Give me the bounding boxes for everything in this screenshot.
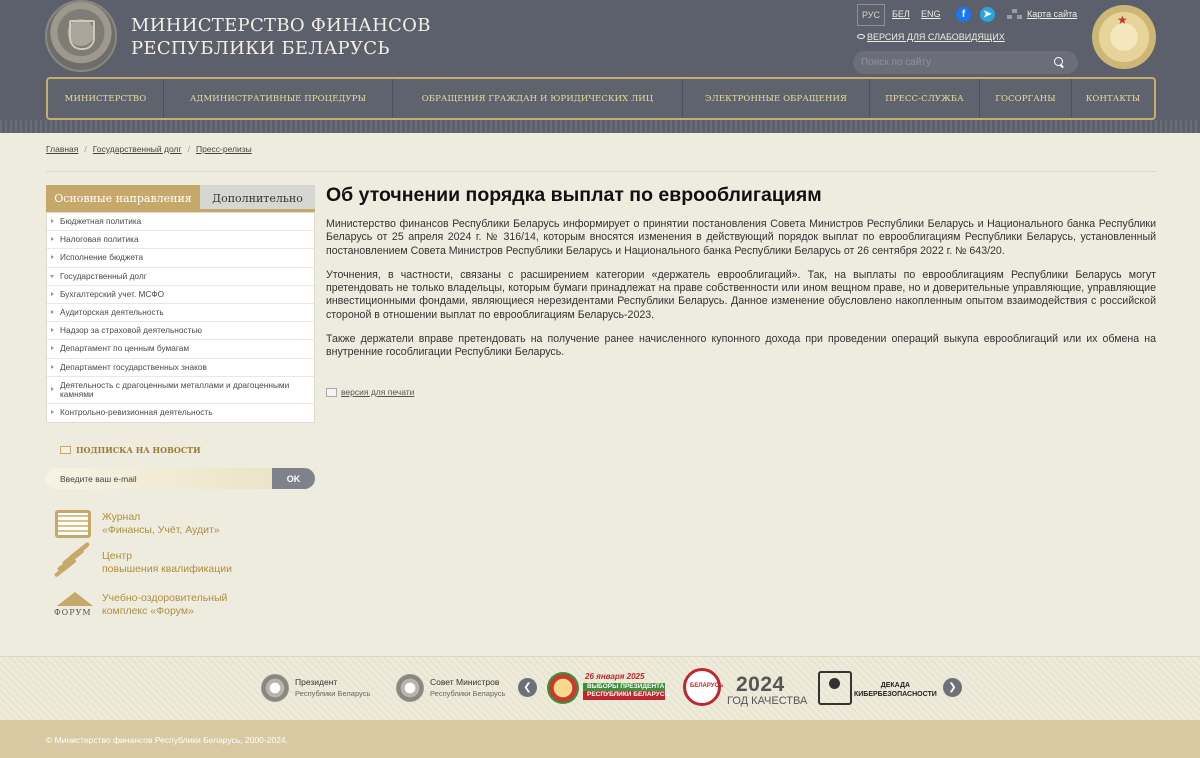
article-paragraph: Уточнения, в частности, связаны с расшир… (326, 268, 1156, 321)
nav-ministry[interactable]: МИНИСТЕРСТВО (48, 79, 164, 118)
sidebar-tabs: Основные направления Дополнительно (46, 185, 315, 211)
sidebar-item-securities[interactable]: Департамент по ценным бумагам (47, 340, 314, 359)
sidebar-item-state-signs[interactable]: Департамент государственных знаков (47, 359, 314, 377)
telegram-icon[interactable]: ➤ (980, 7, 995, 22)
article-paragraph: Также держатели вправе претендовать на п… (326, 333, 1156, 359)
main-nav: МИНИСТЕРСТВО АДМИНИСТРАТИВНЫЕ ПРОЦЕДУРЫ … (46, 77, 1156, 120)
sidebar-item-state-debt[interactable]: Государственный долг (47, 268, 314, 286)
sitemap-link[interactable]: Карта сайта (1027, 9, 1077, 19)
sidebar-item-tax-policy[interactable]: Налоговая политика (47, 231, 314, 250)
banner-election[interactable]: 26 января 2025 ВЫБОРЫ ПРЕЗИДЕНТА РЕСПУБЛ… (545, 670, 669, 706)
copyright: © Министерство финансов Республики Белар… (46, 735, 289, 745)
sidebar-item-accounting[interactable]: Бухгалтерский учет. МСФО (47, 286, 314, 304)
email-field[interactable] (46, 468, 272, 489)
lang-en[interactable]: ENG (921, 9, 941, 19)
newsletter-title: ПОДПИСКА НА НОВОСТИ (60, 445, 201, 455)
promo-journal-text[interactable]: Журнал «Финансы, Учёт, Аудит» (102, 511, 220, 537)
breadcrumb: Главная / Государственный долг / Пресс-р… (46, 144, 252, 154)
president-emblem-icon (261, 674, 289, 702)
wing-icon (53, 541, 93, 578)
nav-contacts[interactable]: КОНТАКТЫ (1072, 79, 1154, 118)
tab-additional[interactable]: Дополнительно (200, 185, 315, 211)
lang-be[interactable]: БЕЛ (892, 9, 910, 19)
cybersecurity-icon[interactable] (818, 671, 852, 705)
nav-admin-procedures[interactable]: АДМИНИСТРАТИВНЫЕ ПРОЦЕДУРЫ (164, 79, 393, 118)
sidebar-item-budget-execution[interactable]: Исполнение бюджета (47, 249, 314, 268)
search-box (853, 51, 1078, 74)
breadcrumb-state-debt[interactable]: Государственный долг (93, 144, 182, 154)
council-emblem-icon (396, 674, 424, 702)
article-paragraph: Министерство финансов Республики Беларус… (326, 218, 1156, 257)
subscribe-button[interactable]: OK (272, 468, 315, 489)
newsletter-form: OK (46, 468, 315, 489)
nav-electronic-appeals[interactable]: ЭЛЕКТРОННЫЕ ОБРАЩЕНИЯ (683, 79, 870, 118)
mail-icon (60, 446, 71, 454)
breadcrumb-home[interactable]: Главная (46, 144, 78, 154)
book-icon (55, 510, 91, 538)
promo-training-center-text[interactable]: Центр повышения квалификации (102, 550, 232, 576)
breadcrumb-separator: / (187, 144, 190, 154)
sidebar-item-control-revision[interactable]: Контрольно-ревизионная деятельность (47, 404, 314, 422)
promo-forum[interactable]: ФОРУМ Учебно-оздоровительный комплекс «Фо… (53, 588, 227, 622)
tab-main-directions[interactable]: Основные направления (46, 185, 200, 211)
quality-year[interactable]: 2024 (736, 673, 785, 697)
search-input[interactable] (861, 55, 1041, 70)
promo-training-center[interactable]: Центр повышения квалификации (53, 541, 232, 580)
sidebar-item-audit[interactable]: Аудиторская деятельность (47, 304, 314, 323)
carousel-next-button[interactable]: ❯ (943, 678, 962, 697)
ministry-title[interactable]: МИНИСТЕРСТВО ФИНАНСОВ РЕСПУБЛИКИ БЕЛАРУС… (131, 14, 431, 60)
nav-press-service[interactable]: ПРЕСС-СЛУЖБА (870, 79, 980, 118)
print-icon (326, 387, 337, 397)
nav-state-bodies[interactable]: ГОСОРГАНЫ (980, 79, 1072, 118)
sidebar-item-insurance[interactable]: Надзор за страховой деятельностью (47, 322, 314, 341)
low-vision-link[interactable]: ВЕРСИЯ ДЛЯ СЛАБОВИДЯЩИХ (857, 32, 1005, 42)
lang-ru[interactable]: РУС (857, 4, 886, 26)
ministry-emblem-icon[interactable] (45, 0, 117, 72)
sidebar-item-budget-policy[interactable]: Бюджетная политика (47, 213, 314, 232)
breadcrumb-press-releases[interactable]: Пресс-релизы (196, 144, 252, 154)
page-title: Об уточнении порядка выплат по еврооблиг… (326, 184, 822, 206)
cybersecurity-text[interactable]: ДЕКАДА КИБЕРБЕЗОПАСНОСТИ (854, 681, 937, 699)
eye-icon (857, 34, 865, 39)
divider (46, 171, 1156, 172)
search-icon[interactable] (1054, 57, 1064, 67)
sidebar-item-precious-metals[interactable]: Деятельность с драгоценными металлами и … (47, 377, 314, 404)
article-body: Министерство финансов Республики Беларус… (326, 218, 1156, 371)
sidebar-menu: Бюджетная политика Налоговая политика Ис… (46, 212, 315, 423)
election-emblem-icon (547, 672, 579, 704)
facebook-icon[interactable]: f (956, 7, 971, 22)
promo-forum-text[interactable]: Учебно-оздоровительный комплекс «Форум» (102, 592, 227, 618)
sitemap-icon (1007, 9, 1022, 20)
forum-logo-icon: ФОРУМ (53, 588, 97, 618)
quality-text[interactable]: ГОД КАЧЕСТВА (727, 695, 807, 707)
carousel-prev-button[interactable]: ❮ (518, 678, 537, 697)
breadcrumb-separator: / (84, 144, 87, 154)
header-stripes (0, 120, 1200, 133)
nav-citizen-appeals[interactable]: ОБРАЩЕНИЯ ГРАЖДАН И ЮРИДИЧЕСКИХ ЛИЦ (393, 79, 683, 118)
print-version-link[interactable]: версия для печати (326, 387, 414, 397)
quality-badge-icon[interactable]: БЕЛАРУСЬ (683, 668, 723, 706)
banner-president[interactable]: Президент Республики Беларусь (261, 656, 370, 720)
banner-council-of-ministers[interactable]: Совет Министров Республики Беларусь (396, 656, 505, 720)
coat-of-arms-icon: ★ (1092, 5, 1156, 69)
promo-journal[interactable]: Журнал «Финансы, Учёт, Аудит» (53, 507, 220, 541)
